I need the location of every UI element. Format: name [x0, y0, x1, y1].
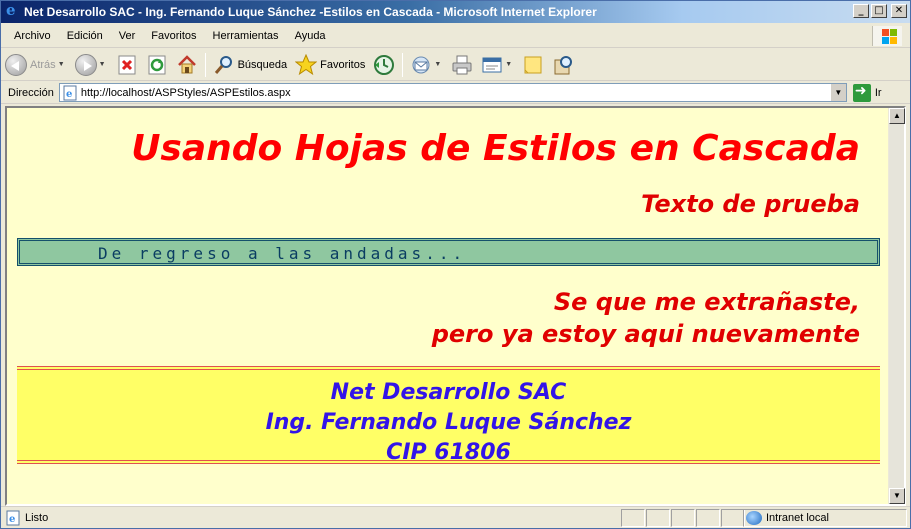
stop-icon: [116, 54, 138, 76]
status-text: Listo: [25, 511, 49, 524]
chevron-down-icon[interactable]: ▼: [829, 84, 846, 101]
address-url[interactable]: http://localhost/ASPStyles/ASPEstilos.as…: [81, 87, 291, 99]
status-pane: [621, 509, 645, 527]
edit-page-icon: [481, 54, 503, 76]
menu-ver[interactable]: Ver: [111, 30, 144, 42]
search-label: Búsqueda: [237, 58, 288, 71]
go-label: Ir: [874, 86, 882, 99]
search-icon: [213, 54, 235, 76]
window-controls: _ □ ✕: [853, 4, 907, 18]
mail-button[interactable]: ▼: [406, 51, 447, 79]
standard-toolbar: Atrás ▼ ▼ Búsqueda Favoritos ▼ ▼: [1, 49, 910, 81]
chevron-down-icon[interactable]: ▼: [434, 61, 441, 68]
go-button[interactable]: Ir: [852, 83, 882, 102]
chevron-down-icon[interactable]: ▼: [58, 61, 65, 68]
printer-icon: [451, 54, 473, 76]
search-button[interactable]: Búsqueda: [209, 51, 292, 79]
menu-favoritos[interactable]: Favoritos: [143, 30, 204, 42]
favorites-button[interactable]: Favoritos: [291, 51, 369, 79]
chevron-down-icon[interactable]: ▼: [505, 61, 512, 68]
mail-icon: [410, 54, 432, 76]
footer-author: Ing. Fernando Luque Sánchez: [265, 410, 632, 435]
red-paragraph-line-1: Se que me extrañaste,: [553, 288, 860, 316]
menu-ayuda[interactable]: Ayuda: [287, 30, 334, 42]
security-zone[interactable]: Intranet local: [743, 509, 907, 527]
edit-button[interactable]: ▼: [477, 51, 518, 79]
research-icon: [552, 54, 574, 76]
page-icon: e: [62, 85, 78, 101]
zone-text: Intranet local: [766, 512, 829, 524]
scroll-down-button[interactable]: ▼: [889, 488, 905, 504]
address-label: Dirección: [8, 86, 54, 99]
globe-icon: [746, 511, 762, 525]
title-bar: Net Desarrollo SAC - Ing. Fernando Luque…: [1, 1, 910, 23]
status-pane: [671, 509, 695, 527]
forward-button[interactable]: ▼: [71, 51, 112, 79]
forward-arrow-icon: [74, 53, 97, 76]
svg-text:e: e: [9, 514, 15, 525]
print-button[interactable]: [447, 51, 477, 79]
status-panes: [621, 509, 746, 527]
refresh-button[interactable]: [142, 51, 172, 79]
page-status-icon: e: [5, 510, 21, 526]
scroll-up-button[interactable]: ▲: [889, 108, 905, 124]
status-pane: [696, 509, 720, 527]
star-icon: [294, 53, 318, 76]
home-button[interactable]: [172, 51, 202, 79]
favorites-label: Favoritos: [320, 58, 366, 71]
note-icon: [522, 54, 544, 76]
menu-herramientas[interactable]: Herramientas: [205, 30, 287, 42]
toolbar-separator: [402, 52, 404, 77]
page-footer: Net Desarrollo SAC Ing. Fernando Luque S…: [17, 366, 880, 465]
history-button[interactable]: [369, 51, 399, 79]
svg-text:e: e: [66, 89, 72, 100]
vertical-scrollbar[interactable]: ▲ ▼: [888, 108, 905, 504]
minimize-button[interactable]: _: [853, 4, 869, 18]
page-subheading: Texto de prueba: [641, 190, 860, 218]
back-arrow-icon: [5, 53, 27, 76]
footer-company: Net Desarrollo SAC: [330, 380, 567, 405]
history-icon: [373, 54, 395, 76]
close-button[interactable]: ✕: [891, 4, 907, 18]
menu-edicion[interactable]: Edición: [59, 30, 111, 42]
green-banner-text: De regreso a las andadas...: [98, 244, 467, 263]
back-button[interactable]: Atrás ▼: [1, 51, 71, 79]
footer-cip: CIP 61806: [386, 440, 511, 465]
page-content: Usando Hojas de Estilos en Cascada Texto…: [7, 108, 888, 504]
windows-flag-icon: [872, 26, 902, 46]
address-input[interactable]: e http://localhost/ASPStyles/ASPEstilos.…: [58, 83, 847, 102]
status-pane: [721, 509, 745, 527]
research-button[interactable]: [548, 51, 578, 79]
menu-bar: Archivo Edición Ver Favoritos Herramient…: [1, 24, 910, 48]
stop-button[interactable]: [112, 51, 142, 79]
status-pane: [646, 509, 670, 527]
menu-archivo[interactable]: Archivo: [6, 30, 59, 42]
status-bar: e Listo Intranet local: [1, 506, 910, 528]
address-bar: Dirección e http://localhost/ASPStyles/A…: [1, 82, 910, 104]
ie-logo-icon: [4, 1, 20, 20]
maximize-button[interactable]: □: [871, 4, 887, 18]
discuss-button[interactable]: [518, 51, 548, 79]
red-paragraph: Se que me extrañaste, pero ya estoy aqui…: [432, 286, 860, 350]
back-label: Atrás: [30, 58, 56, 71]
go-arrow-icon: [852, 83, 871, 102]
green-banner: De regreso a las andadas...: [17, 238, 880, 266]
window-title: Net Desarrollo SAC - Ing. Fernando Luque…: [24, 5, 597, 19]
home-icon: [176, 54, 198, 76]
page-heading: Usando Hojas de Estilos en Cascada: [131, 128, 860, 169]
toolbar-separator: [204, 52, 206, 77]
chevron-down-icon[interactable]: ▼: [99, 61, 106, 68]
red-paragraph-line-2: pero ya estoy aqui nuevamente: [431, 320, 860, 348]
refresh-icon: [146, 54, 168, 76]
browser-window: Net Desarrollo SAC - Ing. Fernando Luque…: [0, 0, 911, 529]
content-viewport: Usando Hojas de Estilos en Cascada Texto…: [5, 106, 906, 506]
